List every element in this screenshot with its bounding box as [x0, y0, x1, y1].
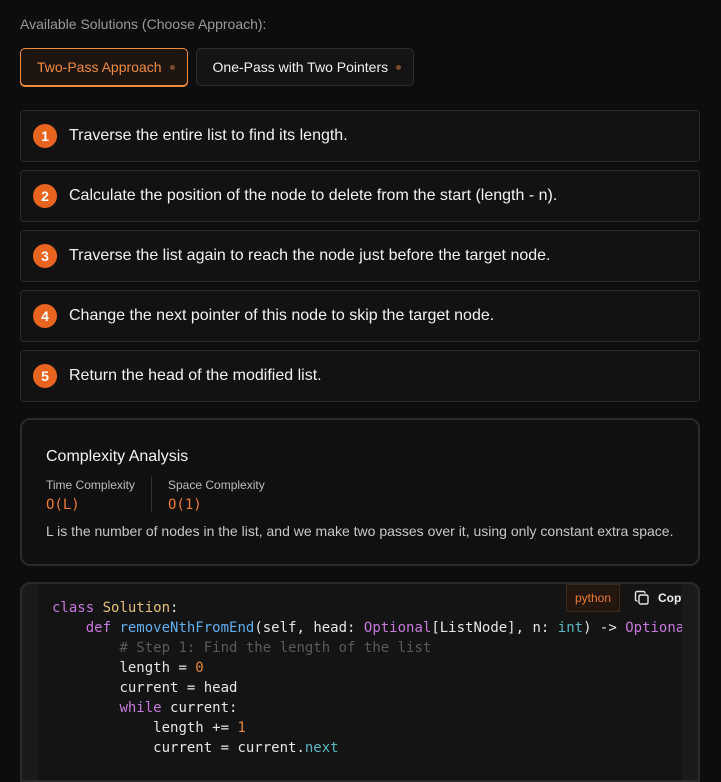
- code-line: # Step 1: Find the length of the list: [119, 640, 432, 656]
- code-line: length += 1: [153, 720, 246, 736]
- space-complexity-label: Space Complexity: [168, 478, 265, 492]
- step-item: 3 Traverse the list again to reach the n…: [20, 230, 700, 282]
- approach-tabs: Two-Pass Approach One-Pass with Two Poin…: [20, 48, 415, 86]
- code-line: length = 0: [119, 660, 204, 676]
- time-complexity-value: O(L): [46, 497, 80, 513]
- step-number-badge: 5: [33, 364, 57, 388]
- code-lines: class Solution: def removeNthFromEnd(sel…: [52, 598, 682, 758]
- code-line: while current:: [119, 700, 238, 716]
- step-text: Calculate the position of the node to de…: [69, 187, 558, 204]
- step-text: Change the next pointer of this node to …: [69, 307, 495, 324]
- steps-list: 1 Traverse the entire list to find its l…: [20, 110, 700, 410]
- complexity-card: Complexity Analysis Time Complexity O(L)…: [20, 418, 700, 566]
- space-complexity: Space Complexity O(1): [168, 478, 265, 513]
- step-number-badge: 2: [33, 184, 57, 208]
- step-number-badge: 4: [33, 304, 57, 328]
- code-line: def removeNthFromEnd(self, head: Optiona…: [85, 620, 682, 636]
- step-item: 5 Return the head of the modified list.: [20, 350, 700, 402]
- language-badge: python: [566, 584, 621, 612]
- code-viewport[interactable]: class Solution: def removeNthFromEnd(sel…: [38, 584, 682, 780]
- metric-divider: [151, 476, 152, 512]
- step-text: Traverse the list again to reach the nod…: [69, 247, 551, 264]
- section-label: Available Solutions (Choose Approach):: [20, 16, 267, 32]
- tab-label: Two-Pass Approach: [37, 59, 162, 75]
- code-line: current = head: [119, 680, 238, 696]
- tab-dot-icon: [169, 64, 175, 70]
- code-line: current = current.next: [153, 740, 339, 756]
- step-number-badge: 1: [33, 124, 57, 148]
- tab-dot-icon: [396, 64, 402, 70]
- copy-label: Copy: [658, 591, 682, 605]
- copy-button[interactable]: Copy: [626, 584, 682, 612]
- space-complexity-value: O(1): [168, 497, 202, 513]
- time-complexity: Time Complexity O(L): [46, 478, 135, 513]
- step-text: Return the head of the modified list.: [69, 367, 322, 384]
- step-item: 2 Calculate the position of the node to …: [20, 170, 700, 222]
- step-item: 4 Change the next pointer of this node t…: [20, 290, 700, 342]
- step-item: 1 Traverse the entire list to find its l…: [20, 110, 700, 162]
- tab-one-pass[interactable]: One-Pass with Two Pointers: [195, 48, 415, 86]
- step-text: Traverse the entire list to find its len…: [69, 127, 348, 144]
- complexity-title: Complexity Analysis: [46, 448, 189, 465]
- tab-two-pass[interactable]: Two-Pass Approach: [20, 48, 188, 86]
- code-block: class Solution: def removeNthFromEnd(sel…: [20, 582, 700, 782]
- copy-icon: [634, 590, 650, 606]
- time-complexity-label: Time Complexity: [46, 478, 135, 492]
- tab-label: One-Pass with Two Pointers: [212, 59, 389, 75]
- complexity-note: L is the number of nodes in the list, an…: [46, 523, 674, 539]
- step-number-badge: 3: [33, 244, 57, 268]
